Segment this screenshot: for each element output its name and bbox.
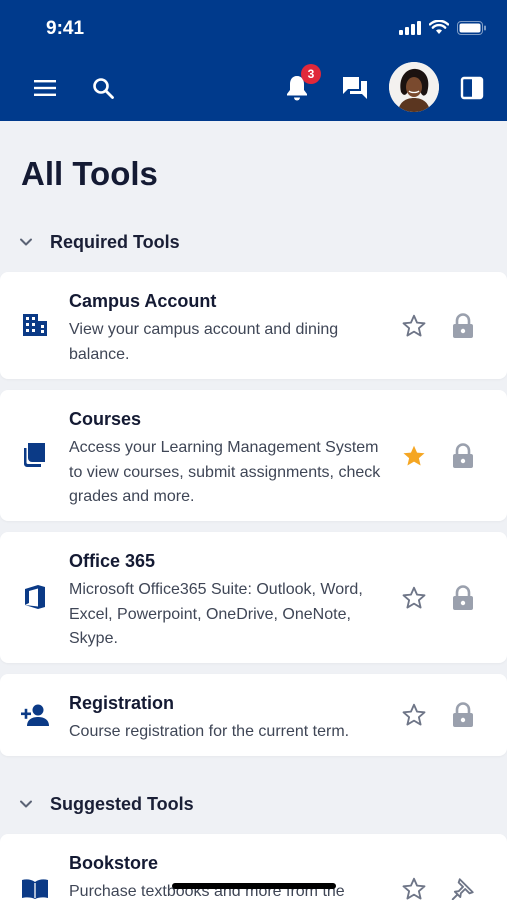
office-icon (20, 582, 50, 612)
tool-title: Registration (69, 693, 175, 713)
tool-card-office-365[interactable]: Office 365 Microsoft Office365 Suite: Ou… (0, 532, 507, 663)
chevron-down-icon (20, 800, 32, 808)
home-indicator (172, 883, 336, 889)
lock-button (448, 311, 478, 341)
favorite-button[interactable] (399, 311, 429, 341)
star-filled-icon (403, 445, 425, 466)
tool-title: Campus Account (69, 291, 217, 311)
pin-icon (451, 878, 474, 900)
section-header-required[interactable]: Required Tools (0, 222, 507, 262)
notifications-button[interactable]: 3 (275, 64, 321, 110)
search-icon (93, 78, 114, 99)
tool-description: Microsoft Office365 Suite: Outlook, Word… (69, 581, 363, 647)
lock-button (448, 700, 478, 730)
hamburger-menu-icon (34, 80, 56, 96)
section-label: Suggested Tools (50, 793, 194, 814)
building-icon (20, 310, 50, 340)
book-stack-icon (20, 440, 50, 470)
star-outline-icon (402, 314, 426, 337)
section-label: Required Tools (50, 231, 180, 252)
lock-icon (453, 702, 473, 727)
tool-card-courses[interactable]: Courses Access your Learning Management … (0, 390, 507, 521)
chevron-down-icon (20, 238, 32, 246)
lock-icon (453, 585, 473, 610)
profile-photo-icon (389, 62, 439, 112)
status-time: 9:41 (46, 18, 85, 39)
favorite-button[interactable] (399, 874, 429, 900)
search-button[interactable] (81, 66, 125, 110)
lock-button (448, 583, 478, 613)
status-icons (399, 20, 487, 35)
panel-toggle-button[interactable] (450, 66, 494, 110)
content-area: All Tools Required Tools Campus Account … (0, 121, 507, 900)
favorite-button[interactable] (399, 700, 429, 730)
star-outline-icon (402, 586, 426, 609)
lock-button (448, 441, 478, 471)
person-add-icon (20, 700, 50, 730)
tool-card-campus-account[interactable]: Campus Account View your campus account … (0, 272, 507, 379)
favorite-button[interactable] (399, 583, 429, 613)
star-outline-icon (402, 877, 426, 900)
status-bar: 9:41 (0, 0, 507, 58)
tool-description: Course registration for the current term… (69, 723, 350, 740)
star-outline-icon (402, 703, 426, 726)
tool-description: View your campus account and dining bala… (69, 321, 339, 363)
wifi-icon (429, 20, 449, 34)
menu-button[interactable] (23, 66, 67, 110)
tool-description: Access your Learning Management System t… (69, 439, 381, 505)
chat-bubbles-icon (343, 77, 367, 99)
cellular-signal-icon (399, 20, 421, 35)
tool-card-bookstore[interactable]: Bookstore Purchase textbooks and more fr… (0, 834, 507, 900)
pin-button[interactable] (448, 874, 478, 900)
page-title: All Tools (21, 155, 158, 192)
lock-icon (453, 443, 473, 468)
avatar[interactable] (389, 62, 439, 112)
tool-card-registration[interactable]: Registration Course registration for the… (0, 674, 507, 756)
open-book-icon (20, 874, 50, 900)
notification-badge: 3 (301, 64, 321, 84)
messages-button[interactable] (333, 66, 377, 110)
tool-title: Office 365 (69, 551, 156, 571)
tool-title: Bookstore (69, 853, 159, 873)
section-header-suggested[interactable]: Suggested Tools (0, 784, 507, 824)
battery-icon (457, 20, 486, 35)
lock-icon (453, 313, 473, 338)
app-header: 3 (0, 58, 507, 121)
favorite-button[interactable] (399, 441, 429, 471)
sidebar-panel-icon (460, 76, 484, 100)
tool-title: Courses (69, 409, 142, 429)
